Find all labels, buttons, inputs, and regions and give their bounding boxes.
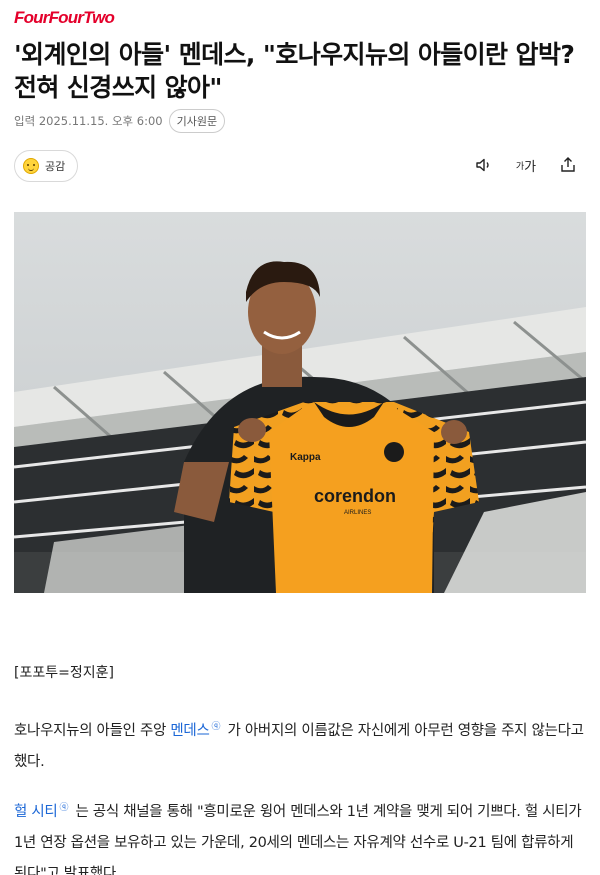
smile-emoji-icon bbox=[23, 158, 39, 174]
player-link[interactable]: 멘데스 bbox=[170, 723, 209, 739]
photo-caption: [포포투=정지훈] bbox=[14, 665, 114, 681]
jersey-sponsor-text: corendon bbox=[314, 486, 396, 506]
search-link-icon[interactable]: ⓠ bbox=[59, 803, 68, 813]
article-tools: 가가 bbox=[472, 153, 580, 177]
paragraph-text: 는 공식 채널을 통해 "흥미로운 윙어 멘데스와 1년 계약을 맺게 되어 기… bbox=[14, 803, 582, 875]
empathy-reaction-button[interactable]: 공감 bbox=[14, 150, 79, 182]
jersey-brand-text: Kappa bbox=[290, 452, 321, 463]
speaker-icon[interactable] bbox=[472, 153, 496, 177]
search-link-icon[interactable]: ⓠ bbox=[212, 722, 221, 732]
fourfourtwo-logo[interactable]: FourFourTwo bbox=[14, 8, 115, 28]
font-size-button[interactable]: 가가 bbox=[514, 153, 538, 177]
publish-date: 입력 2025.11.15. 오후 6:00 bbox=[14, 114, 163, 128]
jersey-sponsor-sub-text: AIRLINES bbox=[344, 510, 371, 516]
article-photo: Kappa corendon AIRLINES bbox=[14, 212, 586, 593]
article-paragraph: 헐 시티 ⓠ 는 공식 채널을 통해 "흥미로운 윙어 멘데스와 1년 계약을 맺… bbox=[14, 793, 586, 875]
article-meta: 입력 2025.11.15. 오후 6:00 기사원문 bbox=[14, 109, 226, 133]
share-icon[interactable] bbox=[556, 153, 580, 177]
font-size-label: 가 bbox=[515, 161, 525, 172]
article-paragraph: 호나우지뉴의 아들인 주앙 멘데스 ⓠ 가 아버지의 이름값은 자신에게 아무런 … bbox=[14, 712, 586, 778]
reaction-label: 공감 bbox=[45, 160, 66, 173]
original-article-button[interactable]: 기사원문 bbox=[168, 109, 226, 133]
paragraph-text: 호나우지뉴의 아들인 주앙 bbox=[14, 722, 171, 739]
club-link[interactable]: 헐 시티 bbox=[14, 804, 58, 820]
article-title: '외계인의 아들' 멘데스, "호나우지뉴의 아들이란 압박? 전혀 신경쓰지 … bbox=[14, 40, 575, 102]
